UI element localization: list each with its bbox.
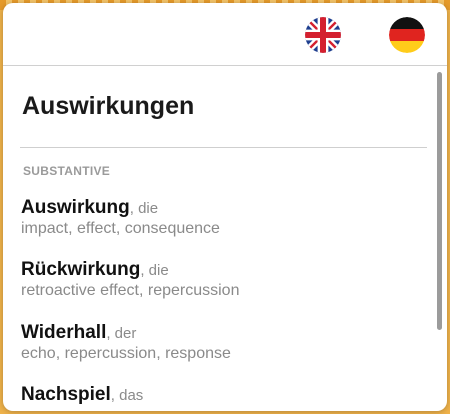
entry-translations: echo, repercussion, response xyxy=(21,345,231,362)
entry-heading: Nachspiel, das xyxy=(21,384,421,406)
entry-heading: Auswirkung, die xyxy=(21,197,421,219)
entry-article: , die xyxy=(129,200,159,217)
entry-article: , das xyxy=(110,387,144,404)
popup-header xyxy=(3,3,447,66)
english-flag-icon[interactable] xyxy=(305,17,341,53)
entry-word: Rückwirkung xyxy=(21,259,141,280)
list-item[interactable]: Widerhall, der echo, repercussion, respo… xyxy=(21,322,421,363)
entry-article: , die xyxy=(140,262,169,279)
list-item[interactable]: Rückwirkung, die retroactive effect, rep… xyxy=(21,259,421,300)
entry-word: Auswirkung xyxy=(21,197,130,218)
entry-heading: Rückwirkung, die xyxy=(21,259,421,281)
entry-heading: Widerhall, der xyxy=(21,322,421,344)
results-panel[interactable]: Auswirkungen SUBSTANTIVE Auswirkung, die… xyxy=(3,66,447,411)
section-label: SUBSTANTIVE xyxy=(23,164,111,178)
entry-article: , der xyxy=(106,325,137,342)
entry-word: Widerhall xyxy=(21,322,107,343)
entry-translations: retroactive effect, repercussion xyxy=(21,282,240,299)
list-item[interactable]: Nachspiel, das xyxy=(21,384,421,407)
title-divider xyxy=(20,147,427,148)
entry-translations: impact, effect, consequence xyxy=(21,220,220,237)
german-flag-icon[interactable] xyxy=(389,17,425,53)
dictionary-popup: Auswirkungen SUBSTANTIVE Auswirkung, die… xyxy=(3,3,447,411)
scrollbar-thumb[interactable] xyxy=(437,72,442,330)
entry-word: Nachspiel xyxy=(21,384,111,405)
page-title: Auswirkungen xyxy=(22,92,195,120)
list-item[interactable]: Auswirkung, die impact, effect, conseque… xyxy=(21,197,421,238)
